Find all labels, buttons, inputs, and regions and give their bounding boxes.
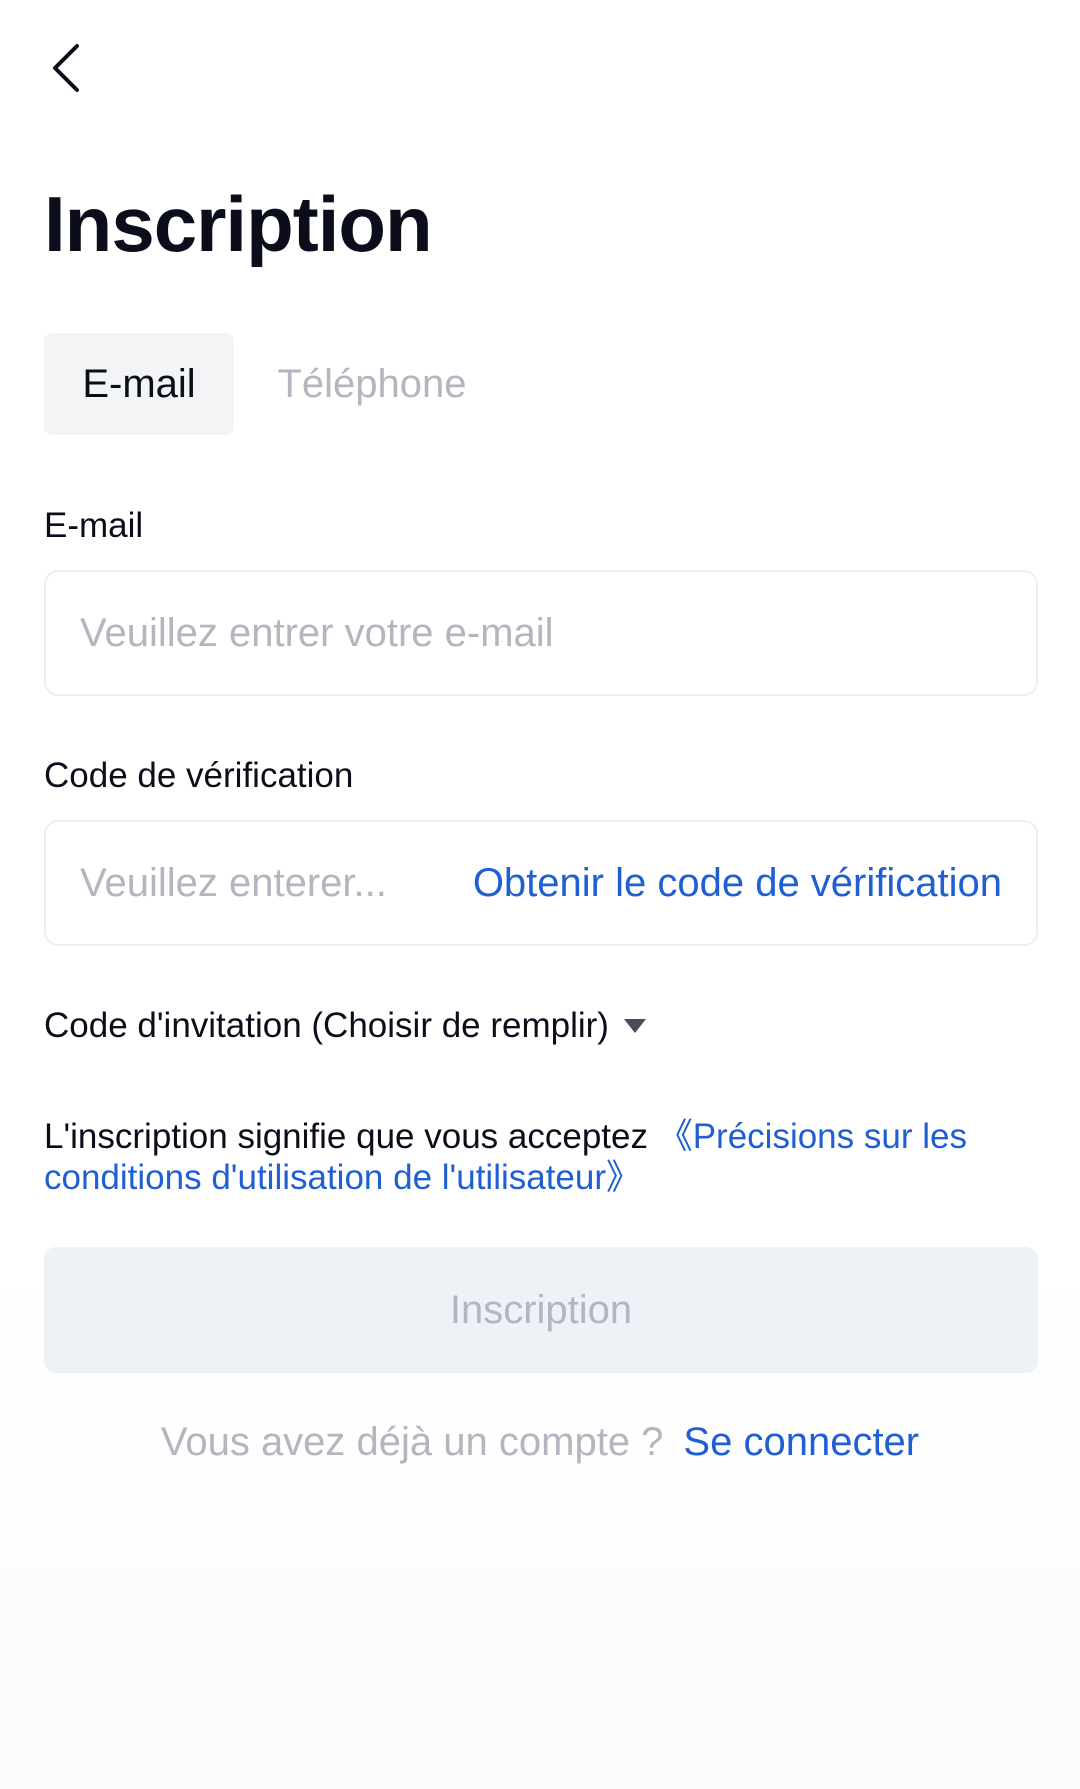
signup-button[interactable]: Inscription [44,1247,1038,1373]
signup-screen: Inscription E-mail Téléphone E-mail Code… [0,0,1080,1789]
page-title: Inscription [44,180,433,268]
tab-phone[interactable]: Téléphone [252,333,492,435]
login-link[interactable]: Se connecter [683,1420,919,1465]
terms-notice: L'inscription signifie que vous acceptez… [44,1116,1034,1198]
invitation-code-toggle[interactable]: Code d'invitation (Choisir de remplir) [44,1006,647,1046]
terms-text: L'inscription signifie que vous acceptez [44,1117,658,1156]
get-verification-code-button[interactable]: Obtenir le code de vérification [473,861,1002,906]
chevron-left-icon [53,44,79,92]
signup-method-tabs: E-mail Téléphone [44,333,492,435]
email-input[interactable] [80,610,1002,656]
verification-code-box: Obtenir le code de vérification [44,820,1038,946]
email-label: E-mail [44,506,144,545]
email-input-box [44,570,1038,696]
verification-code-input[interactable] [80,860,453,906]
login-question: Vous avez déjà un compte ? [160,1420,664,1464]
login-prompt: Vous avez déjà un compte ? Se connecter [0,1420,1080,1465]
caret-down-icon [623,1019,646,1033]
verification-code-label: Code de vérification [44,756,354,795]
back-button[interactable] [36,38,96,98]
invitation-code-label: Code d'invitation (Choisir de remplir) [44,1006,609,1045]
tab-email[interactable]: E-mail [44,333,234,435]
